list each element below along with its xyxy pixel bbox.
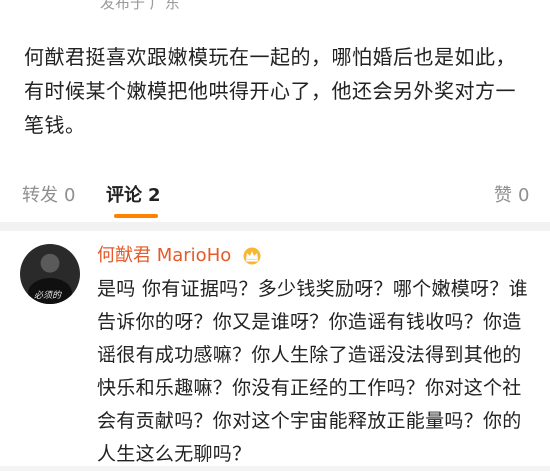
avatar-signature: 必须的 xyxy=(34,291,62,301)
like-button[interactable]: 赞0 xyxy=(494,184,529,208)
post-meta: 发布于 广东 xyxy=(100,0,180,12)
comment-text: 是吗 你有证据吗？多少钱奖励呀？哪个嫩模呀？谁告诉你的呀？你又是谁呀？你造谣有钱… xyxy=(97,278,528,465)
like-count: 0 xyxy=(518,185,530,206)
active-tab-indicator xyxy=(114,214,158,218)
comments-tab[interactable]: 评论 2 xyxy=(106,184,161,208)
post-card: 发布于 广东 何猷君挺喜欢跟嫩模玩在一起的，哪怕婚后也是如此，有时候某个嫩模把他… xyxy=(0,0,550,222)
post-location: 发布于 广东 xyxy=(100,0,180,12)
post-text: 何猷君挺喜欢跟嫩模玩在一起的，哪怕婚后也是如此，有时候某个嫩模把他哄得开心了，他… xyxy=(24,45,516,137)
like-label: 赞 xyxy=(494,185,512,206)
comment-item: 必须的 何猷君 MarioHo 是吗 你有证据吗？多少钱奖励呀？哪个嫩模呀？谁告… xyxy=(0,231,550,466)
repost-label: 转发 xyxy=(22,185,58,206)
crown-icon xyxy=(243,247,261,265)
comments-count: 2 xyxy=(148,185,161,206)
avatar[interactable]: 必须的 xyxy=(20,244,80,304)
repost-count: 0 xyxy=(64,185,76,206)
section-divider xyxy=(0,222,550,231)
repost-button[interactable]: 转发 0 xyxy=(22,184,75,208)
comment-username[interactable]: 何猷君 MarioHo xyxy=(97,245,262,267)
comments-label: 评论 xyxy=(106,185,142,206)
action-bar: 转发 0 评论 2 赞0 xyxy=(0,178,550,218)
comment-username-text: 何猷君 MarioHo xyxy=(97,245,232,266)
